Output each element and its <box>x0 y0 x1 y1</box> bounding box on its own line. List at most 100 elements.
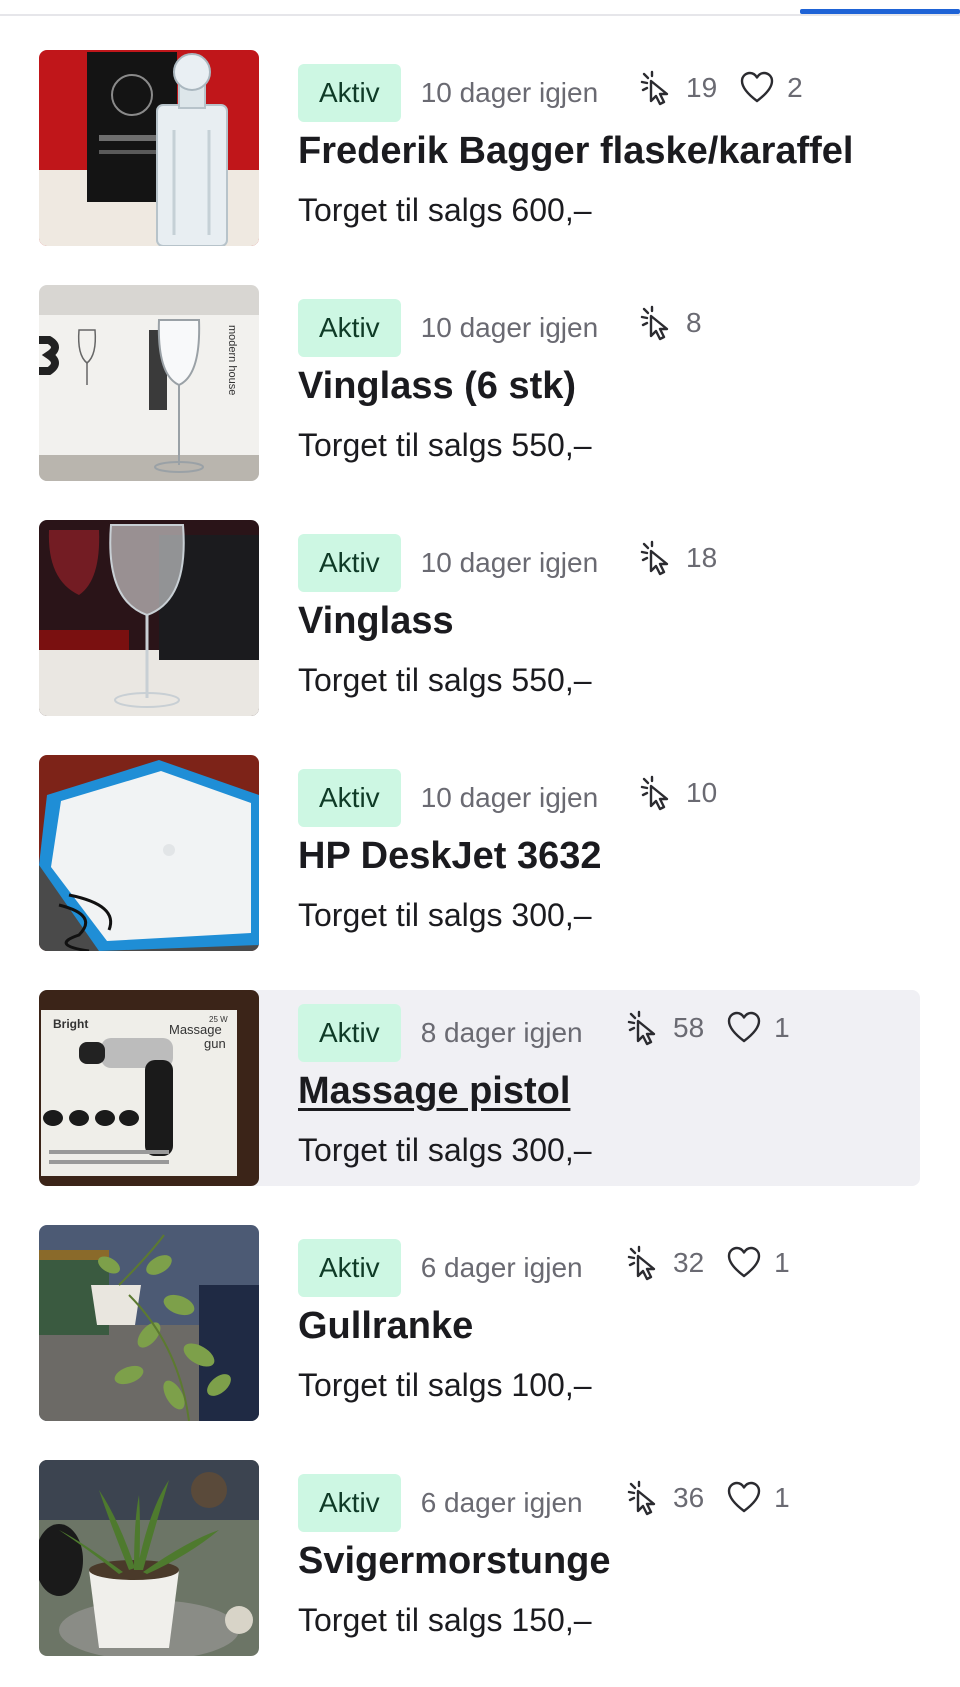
clicks-count: 18 <box>686 542 718 573</box>
time-remaining: 8 dager igjen <box>420 1017 583 1048</box>
favorites-stat: 1 <box>726 1480 790 1516</box>
wine-glass-photo <box>39 520 259 716</box>
favorites-count: 1 <box>774 1012 790 1043</box>
listing-item[interactable]: Aktiv 6 dager igjen 36 1 Svigermorstunge… <box>0 1460 960 1656</box>
status-badge: Aktiv <box>298 299 401 357</box>
listing-image[interactable]: Bright 25 W Massage gun <box>39 990 259 1186</box>
clicks-count: 19 <box>686 72 718 103</box>
listing-item[interactable]: Aktiv 10 dager igjen 10 HP DeskJet 3632 … <box>0 755 960 951</box>
clicks-count: 8 <box>686 307 702 338</box>
time-remaining: 6 dager igjen <box>420 1252 583 1283</box>
listing-meta: Aktiv 8 dager igjen <box>298 1004 583 1062</box>
listing-image[interactable] <box>39 50 259 246</box>
status-badge: Aktiv <box>298 769 401 827</box>
listing-item[interactable]: Aktiv 10 dager igjen 18 Vinglass Torget … <box>0 520 960 716</box>
wine-glass-box-photo: modern house <box>39 285 259 481</box>
listing-item[interactable]: modern house Aktiv 10 dager igjen 8 Ving… <box>0 285 960 481</box>
favorites-count: 2 <box>787 72 803 103</box>
listing-title[interactable]: Vinglass (6 stk) <box>298 365 576 408</box>
listing-meta: Aktiv 6 dager igjen <box>298 1474 583 1532</box>
favorites-stat: 1 <box>726 1010 790 1046</box>
heart-icon <box>740 71 774 103</box>
clicks-stat: 10 <box>638 775 717 811</box>
listing-meta: Aktiv 10 dager igjen <box>298 299 598 357</box>
listing-item[interactable]: Bright 25 W Massage gun Aktiv 8 dager ig… <box>0 990 960 1186</box>
clicks-stat: 58 <box>625 1010 704 1046</box>
cursor-click-icon <box>640 70 669 106</box>
clicks-stat: 18 <box>638 540 717 576</box>
listing-image[interactable] <box>39 755 259 951</box>
box-product-text-2: gun <box>204 1036 226 1051</box>
listing-price: Torget til salgs 550,– <box>298 427 592 463</box>
listing-title[interactable]: Massage pistol <box>298 1070 570 1113</box>
listing-stats: 10 <box>638 773 739 813</box>
status-badge: Aktiv <box>298 1004 401 1062</box>
printer-photo <box>39 755 259 951</box>
listing-image[interactable] <box>39 1225 259 1421</box>
listing-stats: 19 2 <box>638 68 825 108</box>
listing-price: Torget til salgs 300,– <box>298 1132 592 1168</box>
crystal-decanter-photo <box>39 50 259 246</box>
clicks-count: 36 <box>673 1482 705 1513</box>
tab-bar <box>0 0 960 16</box>
active-tab-indicator <box>800 9 960 14</box>
listing-price: Torget til salgs 300,– <box>298 897 592 933</box>
clicks-stat: 36 <box>625 1480 704 1516</box>
massage-gun-box-photo: Bright 25 W Massage gun <box>39 990 259 1186</box>
listing-title[interactable]: Svigermorstunge <box>298 1540 611 1583</box>
time-remaining: 10 dager igjen <box>420 77 599 108</box>
cursor-click-icon <box>627 1010 656 1046</box>
time-remaining: 10 dager igjen <box>420 312 599 343</box>
heart-icon <box>727 1011 761 1043</box>
time-remaining: 6 dager igjen <box>420 1487 583 1518</box>
listing-title[interactable]: HP DeskJet 3632 <box>298 835 602 878</box>
clicks-count: 32 <box>673 1247 705 1278</box>
cursor-click-icon <box>640 775 669 811</box>
time-remaining: 10 dager igjen <box>420 547 599 578</box>
cursor-click-icon <box>627 1245 656 1281</box>
listing-title[interactable]: Vinglass <box>298 600 454 643</box>
listing-title[interactable]: Gullranke <box>298 1305 473 1348</box>
listing-image[interactable]: modern house <box>39 285 259 481</box>
heart-icon <box>727 1481 761 1513</box>
listing-price: Torget til salgs 600,– <box>298 192 592 228</box>
cursor-click-icon <box>640 305 669 341</box>
status-badge: Aktiv <box>298 534 401 592</box>
listing-item[interactable]: Aktiv 6 dager igjen 32 1 Gullranke Torge… <box>0 1225 960 1421</box>
pothos-plant-photo <box>39 1225 259 1421</box>
listing-meta: Aktiv 10 dager igjen <box>298 534 598 592</box>
clicks-stat: 19 <box>638 70 717 106</box>
status-badge: Aktiv <box>298 1239 401 1297</box>
listing-price: Torget til salgs 150,– <box>298 1602 592 1638</box>
favorites-stat: 2 <box>739 70 803 106</box>
clicks-count: 58 <box>673 1012 705 1043</box>
cursor-click-icon <box>640 540 669 576</box>
favorites-count: 1 <box>774 1247 790 1278</box>
listing-item[interactable]: Aktiv 10 dager igjen 19 2 Frederik Bagge… <box>0 50 960 246</box>
listing-stats: 32 1 <box>625 1243 812 1283</box>
listing-stats: 18 <box>638 538 739 578</box>
listing-title[interactable]: Frederik Bagger flaske/karaffel <box>298 130 854 173</box>
time-remaining: 10 dager igjen <box>420 782 599 813</box>
listing-stats: 36 1 <box>625 1478 812 1518</box>
favorites-stat: 1 <box>726 1245 790 1281</box>
listing-price: Torget til salgs 550,– <box>298 662 592 698</box>
clicks-stat: 32 <box>625 1245 704 1281</box>
listing-meta: Aktiv 6 dager igjen <box>298 1239 583 1297</box>
snake-plant-photo <box>39 1460 259 1656</box>
status-badge: Aktiv <box>298 1474 401 1532</box>
box-brand-text: Bright <box>53 1017 88 1031</box>
status-badge: Aktiv <box>298 64 401 122</box>
box-product-text: Massage <box>169 1022 222 1037</box>
listing-image[interactable] <box>39 1460 259 1656</box>
cursor-click-icon <box>627 1480 656 1516</box>
heart-icon <box>727 1246 761 1278</box>
listing-stats: 58 1 <box>625 1008 812 1048</box>
clicks-stat: 8 <box>638 305 702 341</box>
listing-meta: Aktiv 10 dager igjen <box>298 64 598 122</box>
listing-stats: 8 <box>638 303 724 343</box>
listing-image[interactable] <box>39 520 259 716</box>
svg-text:modern house: modern house <box>226 325 238 395</box>
favorites-count: 1 <box>774 1482 790 1513</box>
listing-price: Torget til salgs 100,– <box>298 1367 592 1403</box>
